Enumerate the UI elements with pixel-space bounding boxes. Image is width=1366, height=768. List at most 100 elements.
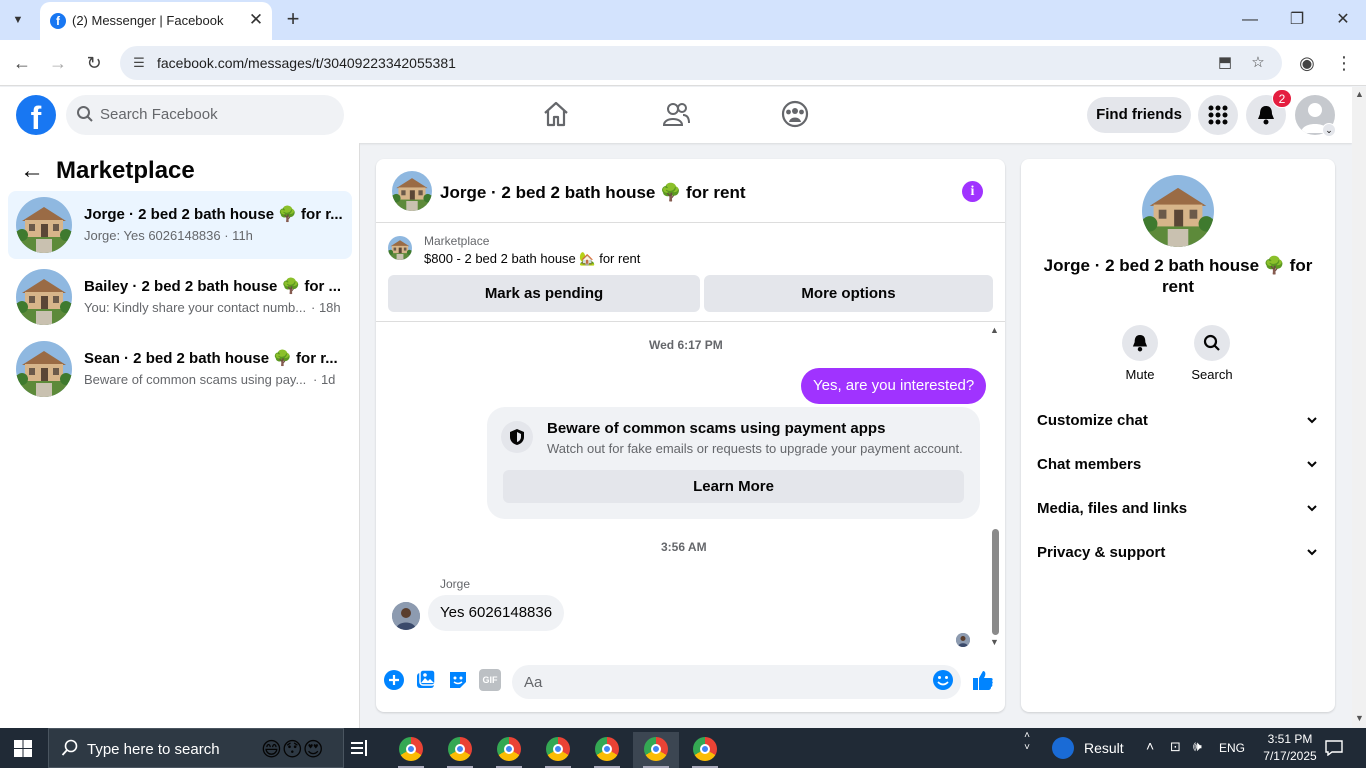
chat-title[interactable]: Jorge · 2 bed 2 bath house 🌳 for rent <box>440 183 746 203</box>
chrome-icon <box>448 737 472 761</box>
scroll-up-arrow-icon[interactable]: ▲ <box>990 325 999 335</box>
thumbs-up-icon[interactable] <box>972 669 994 691</box>
friends-icon[interactable] <box>661 99 691 129</box>
url-text[interactable]: facebook.com/messages/t/3040922334205538… <box>157 55 456 71</box>
back-arrow-icon[interactable]: ← <box>20 159 44 183</box>
conversation-name: Jorge · 2 bed 2 bath house 🌳 for rent <box>1043 256 1313 296</box>
message-scrollbar[interactable] <box>992 529 999 635</box>
close-tab-icon[interactable]: ✕ <box>246 10 266 30</box>
incoming-message-bubble[interactable]: Yes 6026148836 <box>428 595 565 631</box>
scroll-up-arrow-icon[interactable]: ▲ <box>1355 89 1364 99</box>
find-friends-button[interactable]: Find friends <box>1087 97 1191 133</box>
restore-icon[interactable]: ❐ <box>1283 8 1311 32</box>
info-icon[interactable]: i <box>962 181 983 202</box>
conversation-item[interactable]: Bailey · 2 bed 2 bath house 🌳 for ... Yo… <box>8 263 352 331</box>
taskbar-chrome-window[interactable] <box>486 732 532 768</box>
photo-icon[interactable] <box>415 669 437 691</box>
menu-kebab-icon[interactable]: ⋮ <box>1333 52 1355 74</box>
account-chevron-icon[interactable]: ⌄ <box>1322 123 1336 137</box>
news-weather-icon[interactable] <box>1052 737 1074 759</box>
add-plus-icon[interactable] <box>383 669 405 691</box>
taskbar-search-box[interactable]: Type here to search 😄😯😍 <box>48 728 344 768</box>
conversation-item[interactable]: Jorge · 2 bed 2 bath house 🌳 for r... Jo… <box>8 191 352 259</box>
scam-warning-card: Beware of common scams using payment app… <box>487 407 980 519</box>
network-icon[interactable]: ⊡ <box>1170 739 1181 755</box>
conversation-time: · 18h <box>311 300 341 315</box>
conversation-snippet: Beware of common scams using pay... <box>84 372 307 387</box>
tab-search-icon[interactable]: ▼ <box>8 10 28 30</box>
clock-time[interactable]: 3:51 PM <box>1260 732 1320 746</box>
show-hidden-icons-icon[interactable]: ˄ <box>1146 738 1154 754</box>
section-label: Privacy & support <box>1037 544 1166 561</box>
customize-chat-section[interactable]: Customize chat <box>1029 399 1327 443</box>
taskbar-chrome-window[interactable] <box>437 732 483 768</box>
conversation-time: · 1d <box>313 372 336 387</box>
listing-thumbnail[interactable] <box>388 236 412 260</box>
search-conversation-button[interactable]: Search <box>1180 325 1244 385</box>
taskbar-chrome-window[interactable] <box>682 732 728 768</box>
site-info-icon[interactable]: ☰ <box>130 54 148 72</box>
message-input[interactable] <box>512 665 961 699</box>
taskbar-scroll-arrows-icon[interactable]: ˄ ˅ <box>1020 730 1034 754</box>
conversation-snippet: You: Kindly share your contact numb... <box>84 300 307 315</box>
chevron-down-icon <box>1307 417 1317 424</box>
back-icon[interactable]: ← <box>11 52 33 74</box>
chat-header: Jorge · 2 bed 2 bath house 🌳 for rent i <box>376 159 1005 223</box>
more-options-button[interactable]: More options <box>704 275 993 312</box>
bookmark-star-icon[interactable]: ☆ <box>1249 54 1267 72</box>
address-bar: ← → ↻ ☰ facebook.com/messages/t/30409223… <box>0 40 1366 86</box>
facebook-logo-icon[interactable]: f <box>16 95 56 135</box>
taskbar-chrome-window[interactable] <box>535 732 581 768</box>
scroll-down-arrow-icon[interactable]: ▼ <box>1355 713 1364 723</box>
privacy-support-section[interactable]: Privacy & support <box>1029 531 1327 575</box>
listing-thumbnail <box>16 341 72 397</box>
new-tab-icon[interactable]: + <box>282 8 304 30</box>
reload-icon[interactable]: ↻ <box>83 52 105 74</box>
learn-more-button[interactable]: Learn More <box>503 470 964 503</box>
mark-as-pending-button[interactable]: Mark as pending <box>388 275 700 312</box>
search-label: Search <box>1191 367 1233 382</box>
conversation-item[interactable]: Sean · 2 bed 2 bath house 🌳 for r... Bew… <box>8 335 352 403</box>
search-icon <box>61 739 78 756</box>
listing-thumbnail <box>16 197 72 253</box>
volume-icon[interactable]: 🕪 <box>1193 738 1202 755</box>
taskbar-chrome-window-active[interactable] <box>633 732 679 768</box>
language-indicator[interactable]: ENG <box>1219 741 1245 755</box>
read-receipt-avatar <box>956 633 970 647</box>
message-list: Wed 6:17 PM Yes, are you interested? Bew… <box>376 323 1005 653</box>
forward-icon[interactable]: → <box>47 52 69 74</box>
outgoing-message-bubble[interactable]: Yes, are you interested? <box>801 368 987 404</box>
taskbar-search-placeholder: Type here to search <box>87 741 220 758</box>
page-scrollbar[interactable]: ▲ ▼ <box>1352 87 1366 728</box>
notification-center-icon[interactable] <box>1325 740 1343 756</box>
groups-icon[interactable] <box>780 99 810 129</box>
task-view-icon[interactable] <box>350 740 370 757</box>
omnibox[interactable]: ☰ facebook.com/messages/t/30409223342055… <box>120 46 1282 80</box>
browser-tab[interactable]: f (2) Messenger | Facebook ✕ <box>40 2 272 40</box>
gif-icon[interactable]: GIF <box>479 669 501 691</box>
weather-text[interactable]: Result <box>1084 740 1124 756</box>
install-app-icon[interactable]: ⬒ <box>1216 54 1234 72</box>
windows-start-icon[interactable] <box>14 740 32 757</box>
listing-thumbnail <box>16 269 72 325</box>
sticker-icon[interactable] <box>447 669 469 691</box>
taskbar-chrome-window[interactable] <box>584 732 630 768</box>
menu-grid-button[interactable] <box>1198 95 1238 135</box>
minimize-icon[interactable]: — <box>1236 8 1264 32</box>
emoji-icon[interactable] <box>932 669 954 691</box>
tab-title: (2) Messenger | Facebook <box>72 13 224 28</box>
close-window-icon[interactable]: ✕ <box>1329 8 1357 32</box>
sender-avatar[interactable] <box>392 602 420 630</box>
chat-avatar[interactable] <box>392 171 432 211</box>
media-files-links-section[interactable]: Media, files and links <box>1029 487 1327 531</box>
scroll-down-arrow-icon[interactable]: ▼ <box>990 637 999 647</box>
taskbar-chrome-window[interactable] <box>388 732 434 768</box>
chat-members-section[interactable]: Chat members <box>1029 443 1327 487</box>
mute-button[interactable]: Mute <box>1108 325 1172 385</box>
clock-date[interactable]: 7/17/2025 <box>1257 749 1323 763</box>
facebook-search-bar[interactable]: Search Facebook <box>66 95 344 135</box>
message-timestamp: 3:56 AM <box>661 540 707 554</box>
profile-icon[interactable]: ◉ <box>1296 52 1318 74</box>
listing-title[interactable]: $800 - 2 bed 2 bath house 🏡 for rent <box>424 251 640 267</box>
home-icon[interactable] <box>541 99 571 129</box>
